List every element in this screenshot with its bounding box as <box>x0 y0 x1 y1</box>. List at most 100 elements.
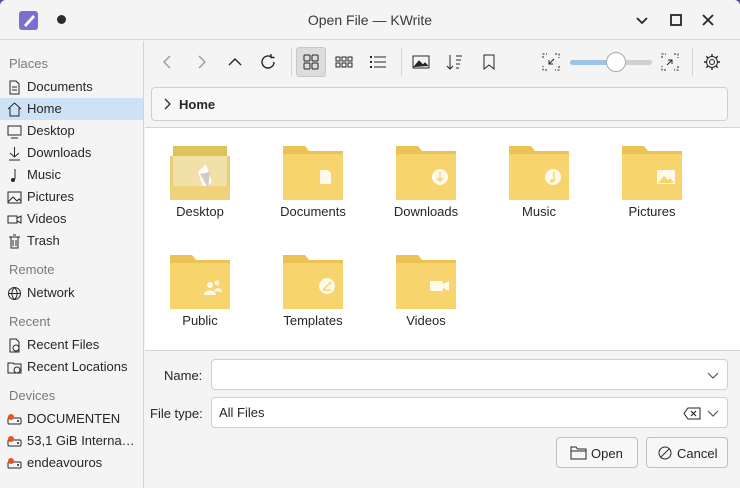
toolbar <box>145 41 740 83</box>
filetype-value: All Files <box>219 405 265 420</box>
folder-label: Music <box>522 204 556 219</box>
sidebar-item-internal-drive[interactable]: 53,1 GiB Interna… <box>0 430 143 452</box>
parent-folder-button[interactable] <box>220 47 250 77</box>
zoom-slider-handle[interactable] <box>606 52 626 72</box>
folder-item-templates[interactable]: Templates <box>258 239 368 329</box>
recent-files-icon <box>9 338 20 353</box>
folder-item-music[interactable]: Music <box>484 130 594 220</box>
icons-view-button[interactable] <box>296 47 326 77</box>
sidebar-item-label: Recent Files <box>27 337 100 352</box>
section-remote: Remote <box>9 262 55 277</box>
preview-button[interactable] <box>406 47 436 77</box>
sidebar-item-recent-files[interactable]: Recent Files <box>0 334 143 356</box>
sort-icon <box>446 55 462 70</box>
name-label: Name: <box>164 368 203 383</box>
options-button[interactable] <box>697 47 727 77</box>
drive-icon <box>7 414 22 425</box>
sidebar-item-desktop[interactable]: Desktop <box>0 120 143 142</box>
open-button[interactable]: Open <box>556 437 638 468</box>
sidebar-item-downloads[interactable]: Downloads <box>0 142 143 164</box>
folder-item-downloads[interactable]: Downloads <box>371 130 481 220</box>
sidebar-item-videos[interactable]: Videos <box>0 208 143 230</box>
desktop-icon <box>7 125 22 139</box>
folder-label: Public <box>182 313 218 328</box>
document-icon <box>9 80 20 95</box>
folder-item-desktop[interactable]: Desktop <box>145 130 255 220</box>
sidebar-item-recent-locations[interactable]: Recent Locations <box>0 356 143 378</box>
drive-icon <box>7 458 22 469</box>
location-breadcrumb[interactable]: Home <box>151 87 728 121</box>
sidebar-item-documents[interactable]: Documents <box>0 76 143 98</box>
video-icon <box>7 215 22 224</box>
folder-item-videos[interactable]: Videos <box>371 239 481 329</box>
picture-icon <box>7 191 22 204</box>
public-folder-icon <box>170 255 230 309</box>
zoom-in-icon <box>661 53 679 71</box>
bookmark-icon <box>483 54 495 70</box>
back-arrow-icon <box>163 55 171 69</box>
sidebar-item-label: Recent Locations <box>27 359 128 374</box>
music-folder-icon <box>509 146 569 200</box>
sidebar-item-label: Desktop <box>27 123 75 138</box>
music-icon <box>11 169 16 182</box>
maximize-icon[interactable] <box>666 10 686 30</box>
clear-filter-icon[interactable] <box>683 407 701 420</box>
cancel-button-label: Cancel <box>677 446 718 461</box>
sidebar-item-label: endeavouros <box>27 455 103 470</box>
cancel-button[interactable]: Cancel <box>646 437 728 468</box>
sidebar-item-music[interactable]: Music <box>0 164 143 186</box>
home-icon <box>7 102 22 117</box>
gear-icon <box>704 54 720 70</box>
download-icon <box>9 147 20 161</box>
sidebar-item-label: Pictures <box>27 189 74 204</box>
sidebar-item-documenten[interactable]: DOCUMENTEN <box>0 408 143 430</box>
folder-label: Pictures <box>628 204 676 219</box>
forward-arrow-icon <box>198 55 206 69</box>
drive-icon <box>7 436 22 447</box>
folder-item-public[interactable]: Public <box>145 239 255 329</box>
close-icon[interactable] <box>698 10 718 30</box>
details-view-button[interactable] <box>363 47 393 77</box>
sidebar-item-home[interactable]: Home <box>0 98 143 120</box>
sidebar-item-label: Home <box>27 101 62 116</box>
zoom-in-button[interactable] <box>655 47 685 77</box>
chevron-down-icon[interactable] <box>707 370 719 380</box>
folder-open-icon <box>570 446 587 460</box>
breadcrumb-home[interactable]: Home <box>179 97 215 112</box>
grid-view-icon <box>303 54 319 70</box>
folder-item-documents[interactable]: Documents <box>258 130 368 220</box>
sidebar-item-network[interactable]: Network <box>0 282 143 304</box>
recent-locations-icon <box>7 362 22 374</box>
chevron-right-icon[interactable] <box>162 98 172 110</box>
window-title: Open File — KWrite <box>307 12 433 28</box>
compact-view-icon <box>335 56 353 68</box>
dialog-footer: Name: File type: All Files Open Cancel <box>145 352 740 488</box>
folder-label: Desktop <box>176 204 224 219</box>
downloads-folder-icon <box>396 146 456 200</box>
reload-button[interactable] <box>253 47 283 77</box>
chevron-down-icon[interactable] <box>707 408 719 418</box>
minimize-icon[interactable] <box>632 10 652 30</box>
compact-view-button[interactable] <box>329 47 359 77</box>
desktop-folder-icon <box>170 146 230 200</box>
sidebar-item-label: Videos <box>27 211 67 226</box>
section-recent: Recent <box>9 314 51 329</box>
filename-input[interactable] <box>211 359 728 390</box>
sort-button[interactable] <box>440 47 470 77</box>
folder-item-pictures[interactable]: Pictures <box>597 130 707 220</box>
forward-button[interactable] <box>186 47 216 77</box>
sidebar-item-trash[interactable]: Trash <box>0 230 143 252</box>
folder-label: Videos <box>406 313 446 328</box>
sidebar-item-label: 53,1 GiB Interna… <box>27 433 135 448</box>
trash-icon <box>9 234 20 249</box>
sidebar-item-label: Trash <box>27 233 60 248</box>
sidebar-item-endeavouros[interactable]: endeavouros <box>0 452 143 474</box>
open-file-dialog: Open File — KWrite Places Documents Home… <box>0 0 740 488</box>
bookmark-button[interactable] <box>474 47 504 77</box>
zoom-out-button[interactable] <box>536 47 566 77</box>
sidebar-item-pictures[interactable]: Pictures <box>0 186 143 208</box>
cancel-icon <box>658 446 672 460</box>
back-button[interactable] <box>153 47 183 77</box>
reload-icon <box>261 54 275 69</box>
filetype-select[interactable]: All Files <box>211 397 728 428</box>
